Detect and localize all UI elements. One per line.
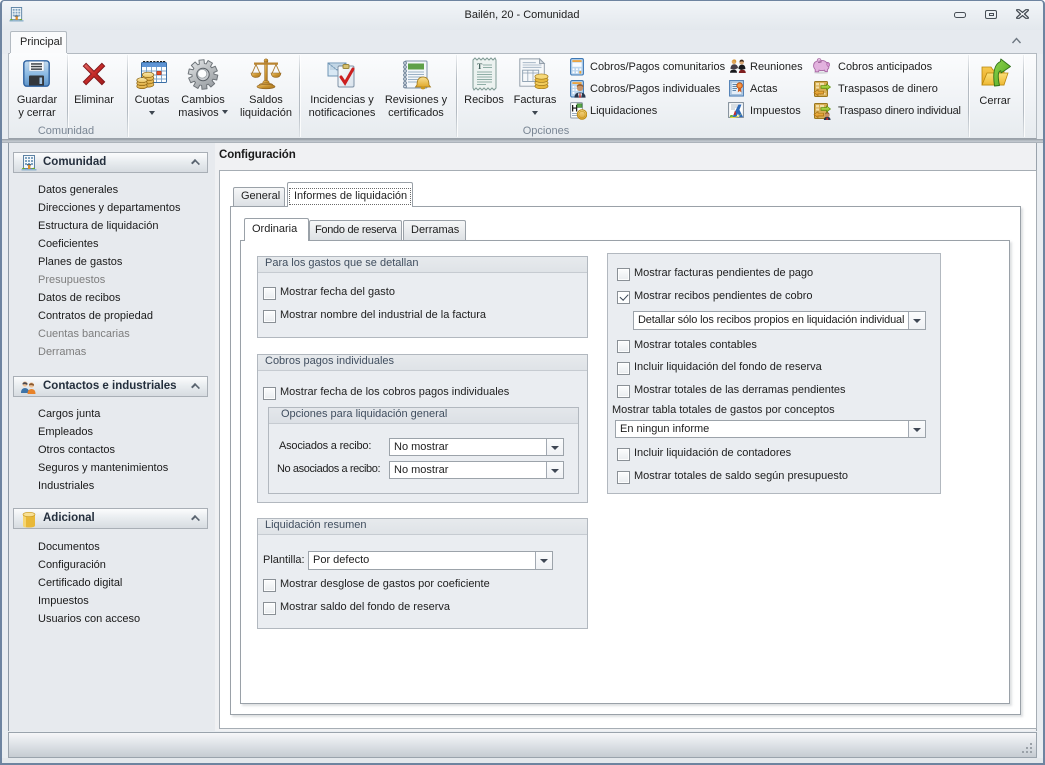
svg-text:T: T [477,62,483,71]
